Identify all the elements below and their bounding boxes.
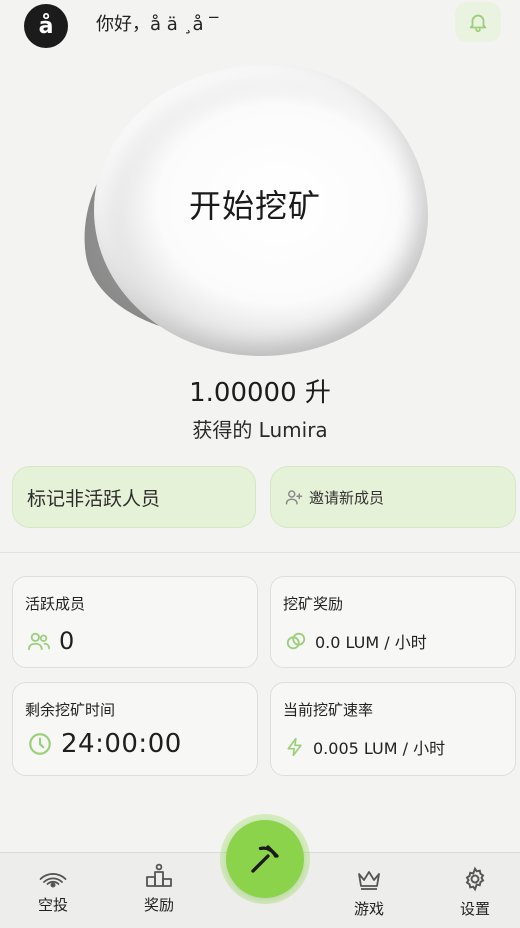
mine-action-button[interactable] (226, 820, 304, 898)
nav-game[interactable]: 游戏 (334, 868, 404, 919)
nav-settings-label: 设置 (459, 900, 490, 918)
active-members-row: 0 (27, 627, 74, 655)
avatar[interactable]: å (24, 4, 68, 48)
start-mining-label: 开始挖矿 (188, 187, 321, 225)
start-mining-button[interactable]: 开始挖矿 (94, 64, 428, 356)
avatar-letter: å (38, 13, 54, 39)
mining-rate-title: 当前挖矿速率 (283, 701, 374, 719)
nav-game-label: 游戏 (353, 900, 384, 918)
remaining-time-value: 24:00:00 (61, 729, 182, 759)
crown-icon (358, 871, 380, 890)
pickaxe-icon (251, 845, 279, 873)
mining-reward-value: 0.0 LUM / 小时 (315, 633, 427, 652)
gear-icon (465, 866, 485, 892)
mining-rate-value: 0.005 LUM / 小时 (313, 739, 446, 758)
podium-icon (146, 863, 172, 887)
mining-reward-title: 挖矿奖励 (283, 595, 344, 613)
signal-icon (39, 873, 67, 888)
remaining-time-card: 剩余挖矿时间 24:00:00 (12, 682, 258, 776)
mining-rate-card: 当前挖矿速率 0.005 LUM / 小时 (270, 682, 516, 776)
remaining-time-row: 24:00:00 (27, 729, 182, 759)
coin-icon (286, 632, 306, 650)
nav-airdrop-label: 空投 (37, 896, 68, 914)
invite-members-button[interactable]: 邀请新成员 (270, 466, 516, 528)
app-screen: å 你好，å ä ¸å ‾ 开始挖矿 1.00000 升 获得的 Lumira … (0, 0, 520, 928)
mining-rate-row: 0.005 LUM / 小时 (285, 735, 445, 759)
balance-caption: 获得的 Lumira (192, 418, 328, 442)
greeting-text: 你好，å ä ¸å ‾ (96, 14, 219, 35)
mining-reward-card: 挖矿奖励 0.0 LUM / 小时 (270, 576, 516, 668)
nav-reward-label: 奖励 (143, 896, 174, 914)
nav-airdrop[interactable]: 空投 (18, 862, 88, 915)
mark-inactive-label: 标记非活跃人员 (27, 487, 161, 510)
nav-reward[interactable]: 奖励 (124, 862, 194, 915)
remaining-time-title: 剩余挖矿时间 (25, 701, 116, 719)
users-icon (28, 632, 50, 651)
clock-icon (29, 733, 51, 755)
mining-orb-area: 开始挖矿 (66, 56, 440, 366)
active-members-value: 0 (59, 627, 75, 655)
invite-members-label: 邀请新成员 (309, 488, 385, 507)
mark-inactive-button[interactable]: 标记非活跃人员 (12, 466, 256, 528)
mining-reward-row: 0.0 LUM / 小时 (285, 629, 427, 653)
add-user-icon (285, 490, 303, 505)
nav-settings[interactable]: 设置 (440, 866, 510, 919)
bell-icon (469, 14, 487, 33)
notification-button[interactable] (455, 2, 501, 42)
section-divider (0, 552, 520, 553)
active-members-title: 活跃成员 (25, 595, 86, 613)
lightning-icon (287, 737, 302, 757)
balance-value: 1.00000 升 (189, 378, 331, 408)
active-members-card: 活跃成员 0 (12, 576, 258, 668)
